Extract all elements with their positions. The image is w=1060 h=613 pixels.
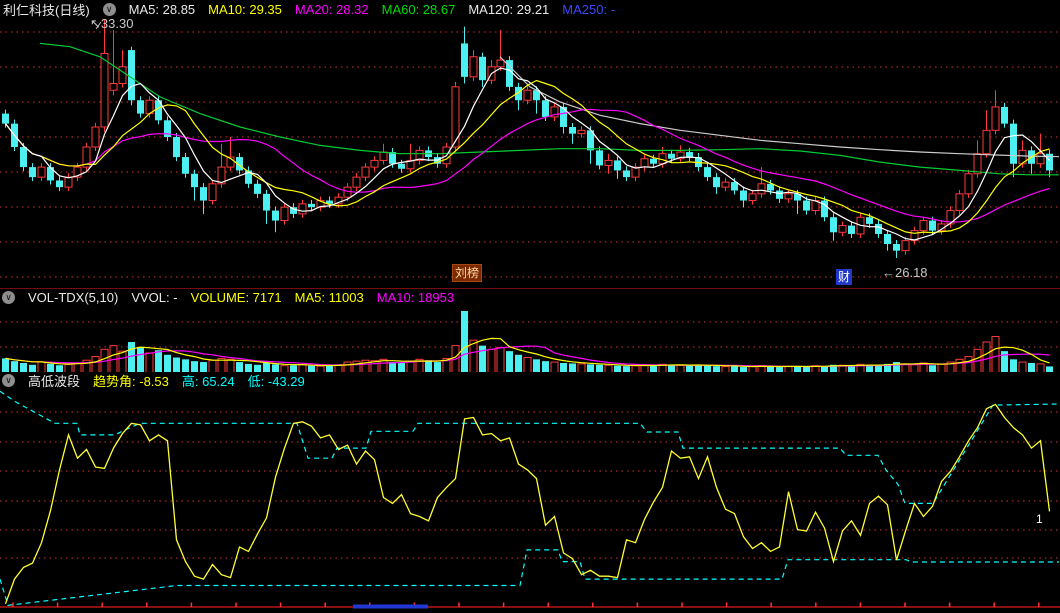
axis-layer: [0, 288, 1060, 609]
high-price-label: ↖33.30: [90, 16, 134, 31]
ma60-value: MA60: 28.67: [381, 1, 456, 17]
ma20-value: MA20: 28.32: [294, 1, 369, 17]
indicator-name: VOL-TDX(5,10): [28, 290, 119, 305]
trading-terminal: 利仁科技(日线) ∨ MA5: 28.85 MA10: 29.35 MA20: 28…: [0, 0, 1060, 613]
page-title: 利仁科技(日线): [3, 2, 90, 18]
chevron-down-icon[interactable]: ∨: [2, 291, 15, 304]
ma120-value: MA120: 29.21: [468, 1, 550, 17]
candles-layer: [2, 20, 1053, 259]
ma250-value: MA250: -: [562, 1, 616, 17]
band-indicator-header: ∨ 高低波段 趋势角: -8.53 高: 65.24 低: -43.29: [0, 372, 1060, 389]
chevron-down-icon[interactable]: ∨: [2, 374, 15, 387]
volume-header: ∨ VOL-TDX(5,10) VVOL: - VOLUME: 7171 MA5: 1…: [0, 289, 1060, 306]
event-marker-financial[interactable]: 财: [836, 269, 853, 285]
vol-ma10-value: MA10: 18953: [376, 290, 455, 305]
indicator-name: 高低波段: [28, 374, 81, 389]
main-chart-header: 利仁科技(日线) ∨ MA5: 28.85 MA10: 29.35 MA20: 28…: [0, 0, 1060, 18]
band-values-row: 高低波段 趋势角: -8.53 高: 65.24 低: -43.29: [28, 371, 318, 390]
event-marker-list[interactable]: 刘榜: [452, 264, 483, 282]
trend-angle-value: 趋势角: -8.53: [93, 374, 169, 389]
ma-lines-layer: [5, 42, 1060, 241]
ma10-value: MA10: 29.35: [208, 1, 282, 17]
chart-canvas[interactable]: [0, 0, 1060, 613]
wave-count-label: 1: [1036, 512, 1043, 526]
ma5-value: MA5: 28.85: [128, 1, 196, 17]
low-price-label: ←26.18: [882, 265, 928, 280]
vvol-value: VVOL: -: [131, 290, 178, 305]
band-high-value: 高: 65.24: [181, 374, 235, 389]
band-indicator-layer: [0, 390, 1060, 606]
volume-value: VOLUME: 7171: [190, 290, 282, 305]
vol-ma5-value: MA5: 11003: [294, 290, 364, 305]
band-low-value: 低: -43.29: [247, 374, 305, 389]
volume-values-row: VOL-TDX(5,10) VVOL: - VOLUME: 7171 MA5: 110…: [28, 290, 467, 305]
ma-values-row: MA5: 28.85 MA10: 29.35 MA20: 28.32 MA60: 28…: [129, 2, 628, 17]
axis-highlight-segment: [353, 604, 428, 609]
chevron-down-icon[interactable]: ∨: [102, 2, 116, 16]
